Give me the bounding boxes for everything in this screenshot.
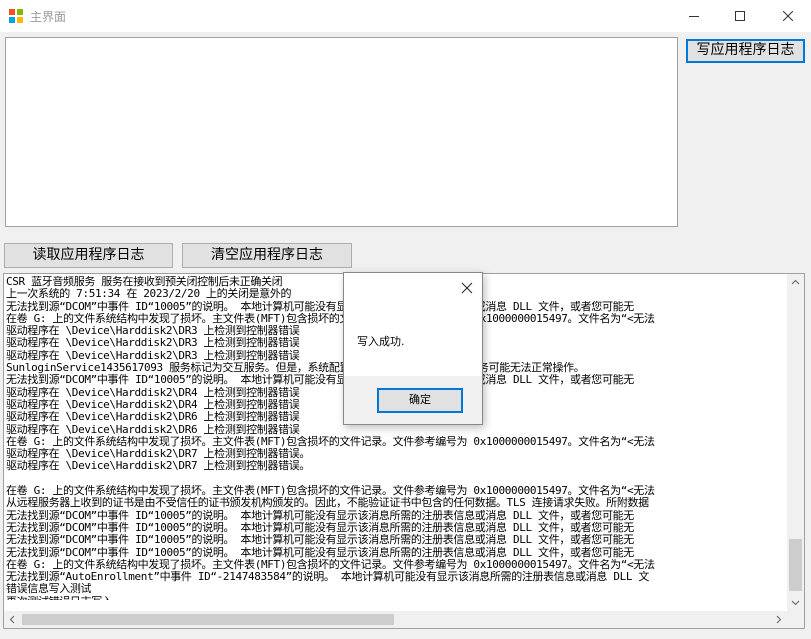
scroll-down-icon[interactable] bbox=[787, 594, 804, 611]
dialog-message: 写入成功. bbox=[357, 335, 405, 348]
scroll-right-icon[interactable] bbox=[770, 611, 787, 628]
write-log-button[interactable]: 写应用程序日志 bbox=[686, 39, 805, 63]
dialog-ok-button[interactable]: 确定 bbox=[377, 388, 463, 413]
dialog-footer: 确定 bbox=[344, 376, 482, 424]
clear-log-button[interactable]: 清空应用程序日志 bbox=[182, 243, 352, 268]
log-line: 在卷 G: 上的文件系统结构中发现了损坏。主文件表(MFT)包含损坏的文件记录。… bbox=[6, 435, 655, 448]
log-line: 无法找到源“DCOM”中事件 ID“10005”的说明。 本地计算机可能没有显示… bbox=[6, 521, 634, 534]
log-line: 无法找到源“DCOM”中事件 ID“10005”的说明。 本地计算机可能没有显示… bbox=[6, 534, 634, 547]
log-line: 驱动程序在 \Device\Harddisk2\DR6 上检测到控制器错误 bbox=[6, 423, 300, 436]
log-line: 驱动程序在 \Device\Harddisk2\DR7 上检测到控制器错误。 bbox=[6, 460, 311, 473]
title-bar: 主界面 bbox=[0, 0, 811, 32]
log-line: 无法找到源“AutoEnrollment”中事件 ID“-2147483584”… bbox=[6, 571, 650, 584]
dialog-close-icon[interactable] bbox=[460, 281, 474, 295]
maximize-icon bbox=[735, 11, 745, 21]
horizontal-scrollbar[interactable] bbox=[4, 611, 787, 628]
vertical-scrollbar[interactable] bbox=[787, 274, 804, 611]
log-line: 从远程服务器上收到的证书是由不受信任的证书颁发机构颁发的。因此，不能验证证书中包… bbox=[6, 497, 649, 510]
minimize-button[interactable] bbox=[671, 0, 717, 32]
maximize-button[interactable] bbox=[717, 0, 763, 32]
scrollbar-corner bbox=[787, 611, 804, 628]
log-line: 错误信息写入测试 bbox=[6, 583, 92, 596]
log-line: 在卷 G: 上的文件系统结构中发现了损坏。主文件表(MFT)包含损坏的文件记录。… bbox=[6, 558, 655, 571]
log-line: 再次测试错误日志写入 bbox=[6, 596, 784, 600]
log-line: 驱动程序在 \Device\Harddisk2\DR7 上检测到控制器错误。 bbox=[6, 448, 311, 461]
horizontal-scroll-thumb[interactable] bbox=[22, 614, 394, 625]
close-window-button[interactable] bbox=[765, 0, 811, 32]
window-title: 主界面 bbox=[30, 10, 67, 24]
log-line: 无法找到源“DCOM”中事件 ID“10005”的说明。 本地计算机可能没有显示… bbox=[6, 509, 634, 522]
message-dialog: 写入成功. 确定 bbox=[343, 272, 483, 425]
log-line: 无法找到源“DCOM”中事件 ID“10005”的说明。 本地计算机可能没有显示… bbox=[6, 546, 634, 559]
app-icon bbox=[9, 9, 23, 23]
vertical-scroll-thumb[interactable] bbox=[789, 539, 802, 591]
minimize-icon bbox=[689, 16, 699, 17]
read-log-button[interactable]: 读取应用程序日志 bbox=[4, 243, 173, 268]
log-line: 在卷 G: 上的文件系统结构中发现了损坏。主文件表(MFT)包含损坏的文件记录。… bbox=[6, 485, 655, 498]
scroll-left-icon[interactable] bbox=[4, 611, 21, 628]
log-input-textbox[interactable] bbox=[5, 37, 678, 227]
scroll-up-icon[interactable] bbox=[787, 274, 804, 291]
close-icon bbox=[783, 11, 793, 21]
